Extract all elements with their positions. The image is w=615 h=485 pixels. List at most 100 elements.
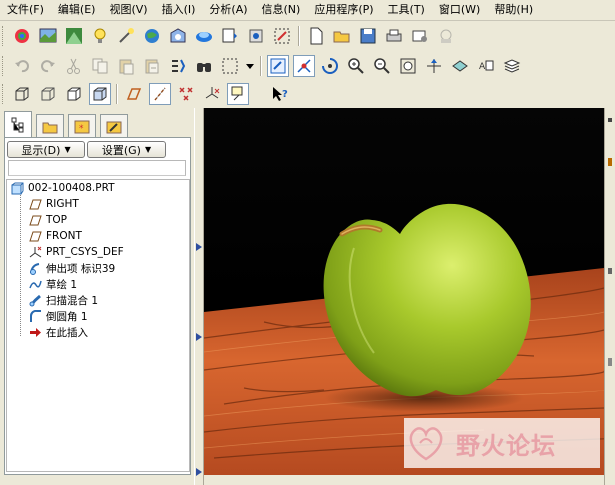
perspective-icon[interactable]: [63, 25, 85, 47]
round-icon: [28, 309, 42, 323]
regenerate-icon[interactable]: [167, 55, 189, 77]
watermark-logo-icon: [409, 427, 443, 461]
annotations-icon[interactable]: [227, 82, 249, 105]
collapse-arrow-icon[interactable]: [196, 243, 202, 251]
cut-icon[interactable]: [63, 55, 85, 77]
tree-node-top[interactable]: TOP: [28, 212, 67, 228]
no-hidden-icon[interactable]: [63, 83, 85, 105]
selection-box-icon[interactable]: [219, 55, 241, 77]
tree-node-label: PRT_CSYS_DEF: [46, 246, 124, 258]
tree-node-right[interactable]: RIGHT: [28, 196, 79, 212]
reorient-icon[interactable]: [423, 55, 445, 77]
tree-node-sketch[interactable]: 草绘 1: [28, 276, 77, 292]
insert-here-arrow-icon: [28, 325, 42, 339]
tree-node-round[interactable]: 倒圆角 1: [28, 308, 88, 324]
new-file-icon[interactable]: [305, 25, 327, 47]
refit-icon[interactable]: [397, 55, 419, 77]
svg-text:*: *: [79, 124, 84, 134]
collapse-arrow-icon[interactable]: [196, 333, 202, 341]
tree-node-label: 草绘 1: [46, 278, 78, 291]
menu-tools[interactable]: 工具(T): [381, 0, 432, 20]
color-appearance-icon[interactable]: [11, 25, 33, 47]
connections-tab[interactable]: [100, 114, 128, 138]
dropdown-arrow-icon[interactable]: [245, 55, 255, 77]
tree-connector-line: [20, 192, 22, 336]
favorites-tab[interactable]: *: [68, 114, 96, 138]
wireframe-icon[interactable]: [11, 83, 33, 105]
snapshot-icon[interactable]: [245, 25, 267, 47]
menu-file[interactable]: 文件(F): [0, 0, 51, 20]
toolbar-separator: [260, 55, 262, 76]
paste-icon[interactable]: [115, 55, 137, 77]
menu-analysis[interactable]: 分析(A): [202, 0, 254, 20]
room-editor-icon[interactable]: [167, 25, 189, 47]
model-tree-panel: 显示(D) ▼ 设置(G) ▼ 002-100408.PRT RIGHT TOP F…: [4, 137, 191, 475]
menu-info[interactable]: 信息(N): [255, 0, 308, 20]
copy-icon[interactable]: [89, 55, 111, 77]
zoom-in-icon[interactable]: [345, 55, 367, 77]
open-folder-icon[interactable]: [331, 25, 353, 47]
chevron-down-icon: ▼: [64, 145, 71, 154]
tree-node-insert-here[interactable]: 在此插入: [28, 324, 88, 340]
layers-text-icon[interactable]: A: [475, 55, 497, 77]
find-binoculars-icon[interactable]: [193, 55, 215, 77]
tree-node-protrusion[interactable]: 伸出项 标识39: [28, 260, 115, 276]
watermark: 野火论坛: [404, 418, 600, 468]
spin-center-icon[interactable]: [293, 54, 315, 77]
orient-mode-icon[interactable]: [319, 55, 341, 77]
menu-insert[interactable]: 插入(I): [155, 0, 203, 20]
panel-splitter[interactable]: [194, 108, 204, 485]
strip-marker-icon: [608, 268, 612, 274]
tree-node-front[interactable]: FRONT: [28, 228, 82, 244]
display-state-icon[interactable]: [219, 25, 241, 47]
saved-views-icon[interactable]: [449, 55, 471, 77]
toolbar-separator: [116, 83, 118, 104]
tree-node-label: 扫描混合 1: [46, 294, 99, 307]
coord-systems-icon[interactable]: [201, 83, 223, 105]
save-icon[interactable]: [357, 25, 379, 47]
toolbar-row-2: A: [0, 52, 525, 79]
model-tree-tab[interactable]: [4, 111, 32, 138]
toolbar-grip[interactable]: [2, 55, 6, 76]
menu-window[interactable]: 窗口(W): [432, 0, 487, 20]
light-wand-icon[interactable]: [115, 25, 137, 47]
hidden-line-icon[interactable]: [37, 83, 59, 105]
tree-node-csys[interactable]: PRT_CSYS_DEF: [28, 244, 124, 260]
swept-blend-icon: [28, 293, 42, 307]
menu-view[interactable]: 视图(V): [102, 0, 154, 20]
send-mail-icon[interactable]: [409, 25, 431, 47]
datum-plane-icon: [28, 229, 42, 243]
datum-points-icon[interactable]: [175, 83, 197, 105]
send-link-icon[interactable]: [435, 25, 457, 47]
show-dropdown-button[interactable]: 显示(D) ▼: [7, 141, 85, 158]
tree-node-part[interactable]: 002-100408.PRT: [10, 180, 115, 196]
render-region-icon[interactable]: [271, 25, 293, 47]
undo-icon[interactable]: [11, 55, 33, 77]
render-globe-icon[interactable]: [141, 25, 163, 47]
folder-browser-tab[interactable]: [36, 114, 64, 138]
strip-marker-icon: [608, 358, 612, 366]
shading-icon[interactable]: [89, 82, 111, 105]
toolbar-grip[interactable]: [2, 25, 6, 46]
datum-planes-icon[interactable]: [123, 83, 145, 105]
paste-special-icon[interactable]: [141, 55, 163, 77]
light-bulb-icon[interactable]: [89, 25, 111, 47]
menu-edit[interactable]: 编辑(E): [51, 0, 103, 20]
toolbar-grip[interactable]: [2, 83, 6, 104]
collapse-arrow-icon[interactable]: [196, 468, 202, 476]
context-help-icon[interactable]: ?: [269, 83, 291, 105]
menu-applications[interactable]: 应用程序(P): [307, 0, 380, 20]
zoom-out-icon[interactable]: [371, 55, 393, 77]
fog-icon[interactable]: [193, 25, 215, 47]
layers-icon[interactable]: [501, 55, 523, 77]
datum-axes-icon[interactable]: [149, 82, 171, 105]
tree-node-swept-blend[interactable]: 扫描混合 1: [28, 292, 98, 308]
print-icon[interactable]: [383, 25, 405, 47]
model-setup-icon[interactable]: [37, 25, 59, 47]
model-tree: 002-100408.PRT RIGHT TOP FRONT PRT_CSYS_…: [6, 179, 190, 472]
tree-node-label: TOP: [46, 214, 68, 226]
settings-dropdown-button[interactable]: 设置(G) ▼: [87, 141, 166, 158]
repaint-icon[interactable]: [267, 54, 289, 77]
menu-help[interactable]: 帮助(H): [487, 0, 540, 20]
redo-icon[interactable]: [37, 55, 59, 77]
